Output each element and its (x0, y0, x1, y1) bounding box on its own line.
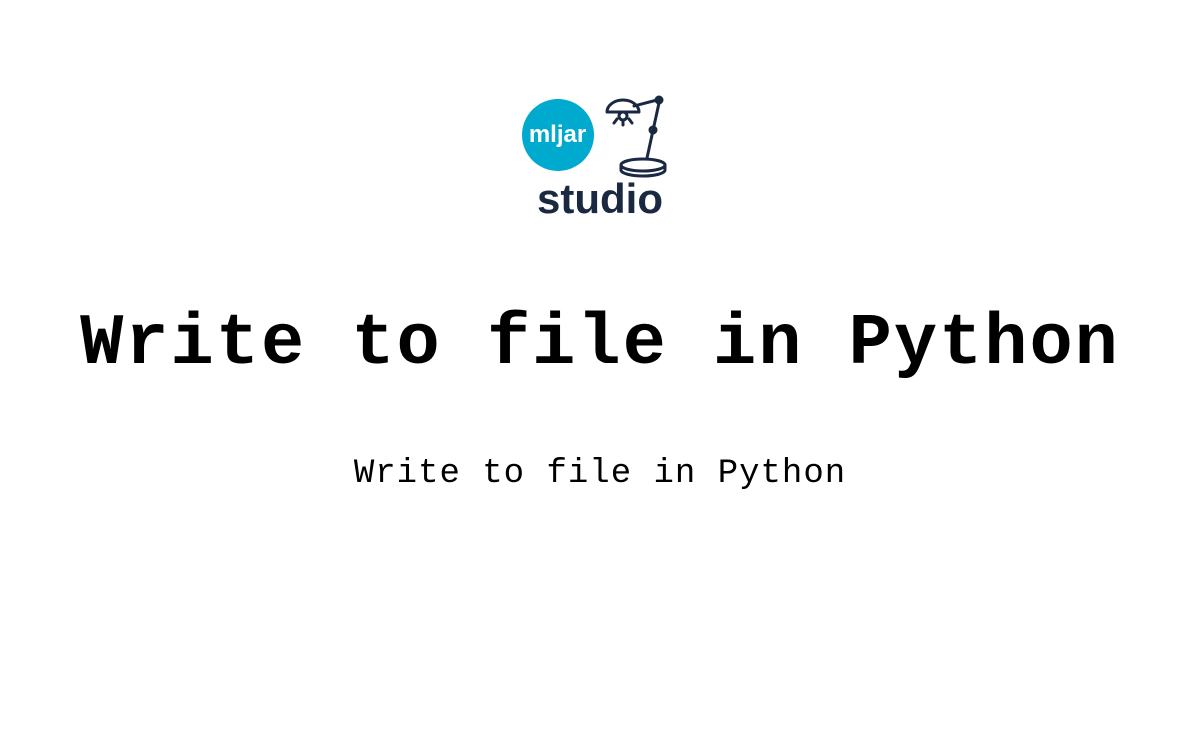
page-title: Write to file in Python (80, 303, 1120, 385)
logo-top-row: mljar (522, 90, 679, 180)
logo-container: mljar studio (522, 90, 679, 223)
logo-studio-text: studio (537, 175, 663, 223)
desk-lamp-icon (599, 90, 679, 180)
page-subtitle: Write to file in Python (354, 455, 846, 493)
logo-circle-text: mljar (529, 121, 586, 149)
logo-circle: mljar (522, 99, 594, 171)
